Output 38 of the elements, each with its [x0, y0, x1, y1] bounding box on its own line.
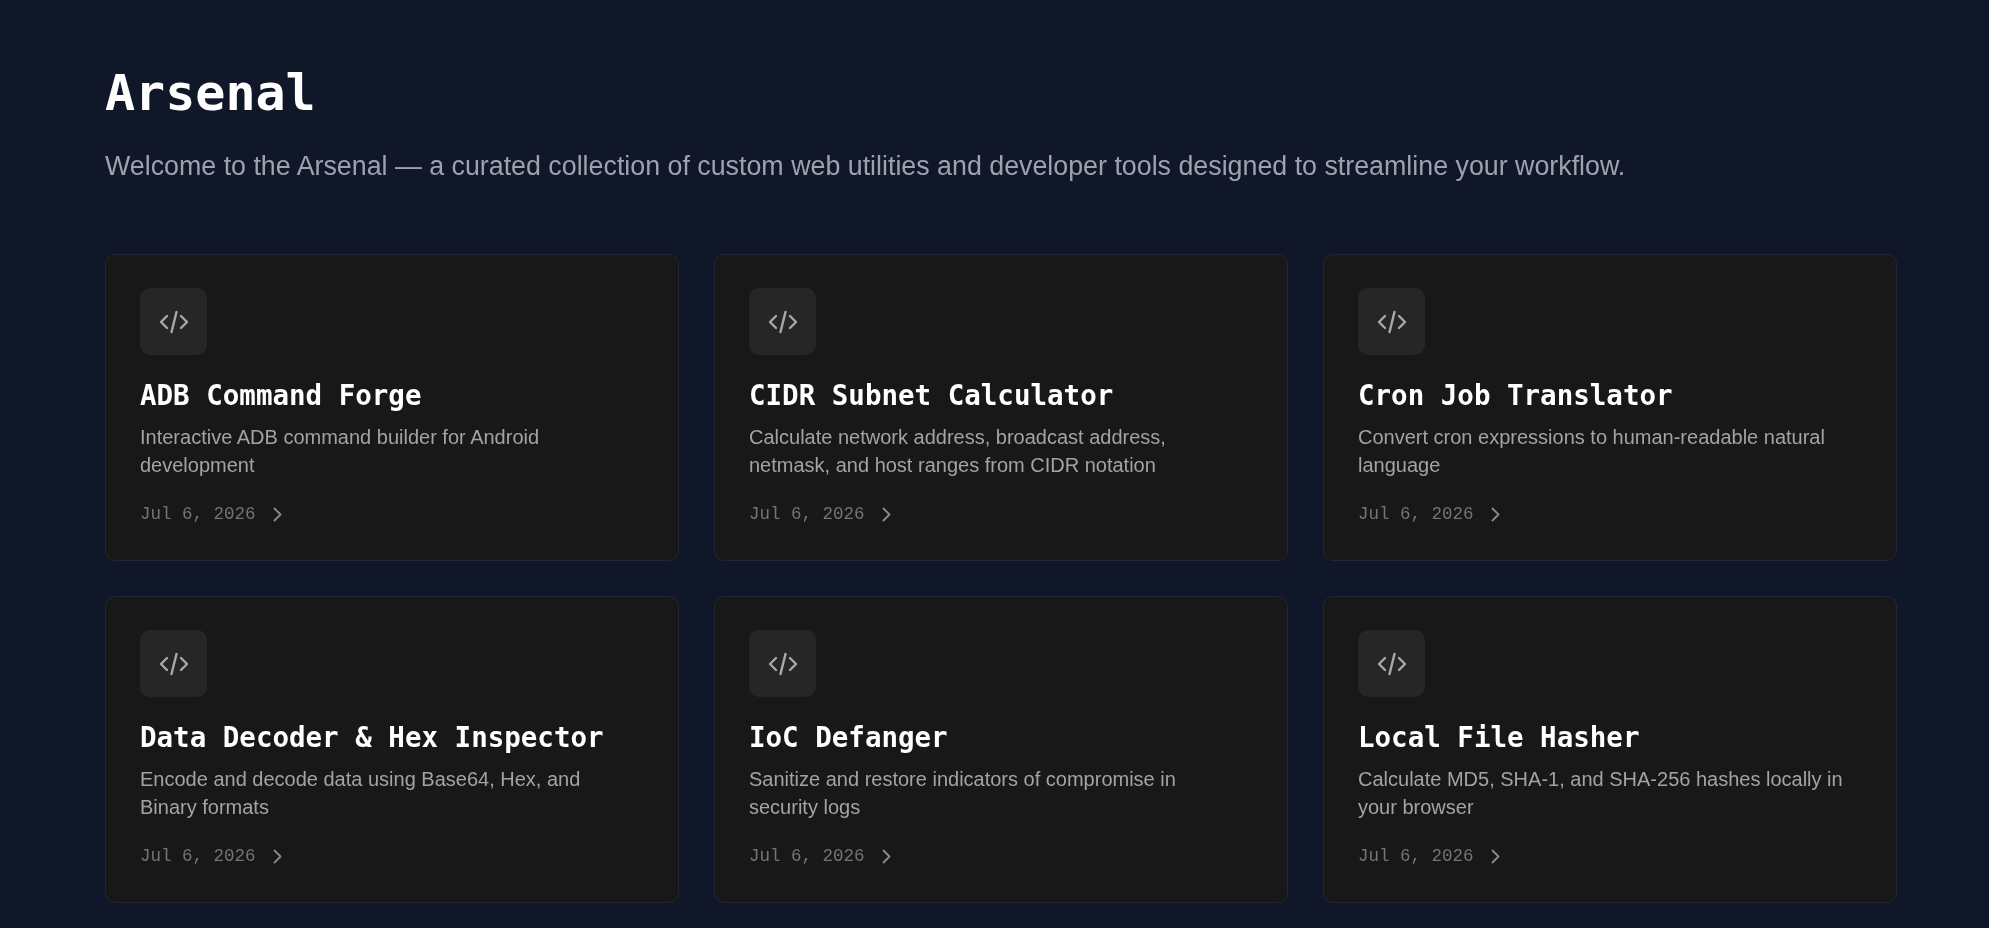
tool-date: Jul 6, 2026	[749, 503, 865, 526]
tool-description: Calculate MD5, SHA-1, and SHA-256 hashes locally in your browser	[1358, 767, 1844, 820]
tool-card[interactable]: CIDR Subnet Calculator Calculate network address, broadcast address, netmask, and host ranges from CIDR notation Jul 6, 2026	[714, 254, 1288, 561]
tool-title: IoC Defanger	[749, 720, 949, 755]
chevron-right-icon	[881, 506, 891, 522]
code-icon	[140, 288, 207, 355]
chevron-right-icon	[1490, 506, 1500, 522]
tool-card[interactable]: Cron Job Translator Convert cron expressions to human-readable natural language Jul 6, 2026	[1323, 254, 1897, 561]
tool-date: Jul 6, 2026	[1358, 845, 1474, 868]
tool-card[interactable]: ADB Command Forge Interactive ADB command builder for Android development Jul 6, 2026	[105, 254, 679, 561]
tool-title: CIDR Subnet Calculator	[749, 378, 1115, 413]
chevron-right-icon	[1490, 848, 1500, 864]
code-icon	[1358, 288, 1425, 355]
tool-card[interactable]: Local File Hasher Calculate MD5, SHA-1, and SHA-256 hashes locally in your browser Jul 6, 2026	[1323, 596, 1897, 903]
code-icon	[140, 630, 207, 697]
tool-date: Jul 6, 2026	[140, 845, 256, 868]
code-icon	[749, 630, 816, 697]
code-icon	[749, 288, 816, 355]
tool-date: Jul 6, 2026	[1358, 503, 1474, 526]
tool-description: Sanitize and restore indicators of compromise in security logs	[749, 767, 1177, 820]
chevron-right-icon	[881, 848, 891, 864]
page-subtitle: Welcome to the Arsenal — a curated collection of custom web utilities and developer tools designed to streamline your workflow.	[105, 150, 1626, 183]
tool-title: ADB Command Forge	[140, 378, 423, 413]
tool-date: Jul 6, 2026	[140, 503, 256, 526]
chevron-right-icon	[272, 506, 282, 522]
tool-description: Convert cron expressions to human-readable natural language	[1358, 425, 1826, 478]
tool-date: Jul 6, 2026	[749, 845, 865, 868]
page-title: Arsenal	[105, 63, 316, 123]
tool-description: Calculate network address, broadcast address, netmask, and host ranges from CIDR notation	[749, 425, 1167, 478]
code-icon	[1358, 630, 1425, 697]
tool-title: Data Decoder & Hex Inspector	[140, 720, 605, 755]
tool-card[interactable]: IoC Defanger Sanitize and restore indicators of compromise in security logs Jul 6, 2026	[714, 596, 1288, 903]
tool-title: Cron Job Translator	[1358, 378, 1674, 413]
tool-title: Local File Hasher	[1358, 720, 1641, 755]
tool-description: Interactive ADB command builder for Android development	[140, 425, 541, 478]
tool-description: Encode and decode data using Base64, Hex, and Binary formats	[140, 767, 582, 820]
tool-card[interactable]: Data Decoder & Hex Inspector Encode and decode data using Base64, Hex, and Binary formats Jul 6, 2026	[105, 596, 679, 903]
chevron-right-icon	[272, 848, 282, 864]
